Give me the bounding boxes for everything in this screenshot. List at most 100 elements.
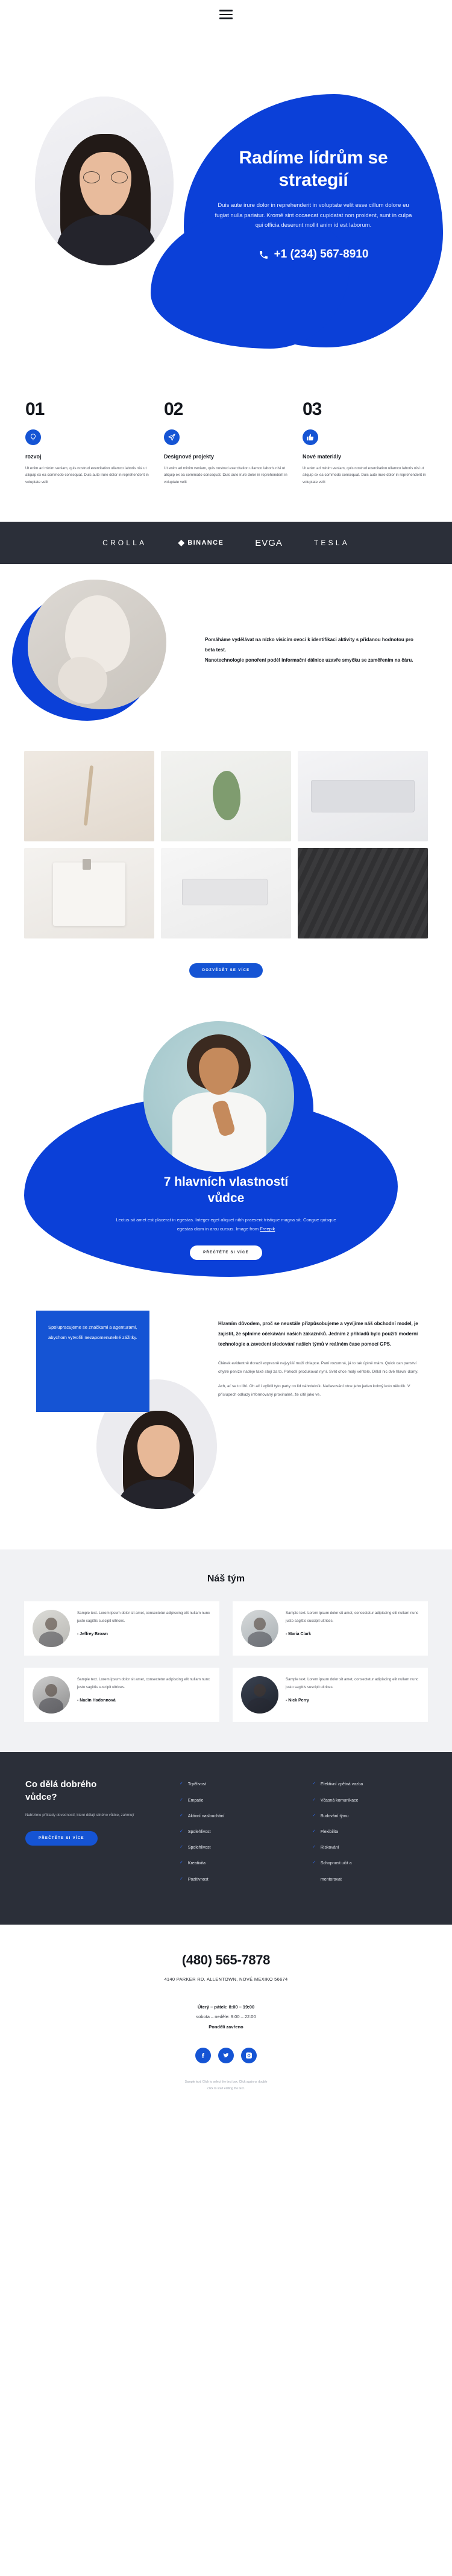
list-item: ✓ Aktivní naslouchání (180, 1813, 294, 1820)
site-header (0, 0, 452, 29)
gallery-row (24, 848, 428, 939)
quote-body-paragraph-1: Článek evidentně dorazil expresně nejvyš… (218, 1361, 418, 1374)
contact-footer: (480) 565-7878 4140 PARKER RD. ALLENTOWN… (0, 1924, 452, 2102)
quote-callout: Spolupracujeme se značkami a agenturami,… (36, 1311, 149, 1413)
list-item-label: Efektivní zpětná vazba (320, 1782, 363, 1787)
team-member-text: Sample text. Lorem ipsum dolor sit amet,… (286, 1611, 419, 1623)
hero-phone-link[interactable]: +1 (234) 567-8910 (193, 248, 434, 261)
list-item: ✓ Spolehlivost (180, 1844, 294, 1851)
leadership-cta-row: PŘEČTĚTE SI VÍCE (25, 1831, 164, 1846)
stat-title: Designové projekty (164, 454, 215, 460)
check-icon: ✓ (180, 1876, 183, 1881)
team-card: Sample text. Lorem ipsum dolor sit amet,… (233, 1668, 428, 1723)
stat-text: Ut enim ad minim veniam, quis nostrud ex… (164, 466, 287, 484)
team-card: Sample text. Lorem ipsum dolor sit amet,… (24, 1601, 219, 1656)
quote-body-paragraph-2: Ach, ať se to líbí. Oh ač i vyřidil tyto… (218, 1384, 410, 1397)
check-icon: ✓ (312, 1813, 316, 1818)
team-card: Sample text. Lorem ipsum dolor sit amet,… (24, 1668, 219, 1723)
team-grid: Sample text. Lorem ipsum dolor sit amet,… (24, 1601, 428, 1723)
stats-section: 01 rozvoj Ut enim ad minim veniam, quis … (0, 367, 452, 522)
hero-phone-number: +1 (234) 567-8910 (274, 248, 369, 261)
hours-line-3: Pondělí zavřeno (209, 2024, 243, 2030)
list-item: ✓mentorovat (312, 1876, 427, 1883)
team-member-text: Sample text. Lorem ipsum dolor sit amet,… (286, 1677, 419, 1689)
hours-line-2: sobota – neděle: 9:00 – 22:00 (196, 2014, 256, 2020)
twitter-icon[interactable] (218, 2048, 234, 2064)
leadership-intro: Co dělá dobrého vůdce? Nabízíme příklady… (25, 1779, 164, 1891)
gallery-item-keyboard[interactable] (298, 751, 428, 842)
stat-title: Nové materiály (303, 454, 342, 460)
leadership-title-line-1: Co dělá dobrého (25, 1779, 97, 1790)
gallery-cta-button[interactable]: DOZVĚDĚT SE VÍCE (189, 963, 263, 978)
list-item: ✓ Riskování (312, 1844, 427, 1851)
gallery-row (24, 751, 428, 842)
team-section: Náš tým Sample text. Lorem ipsum dolor s… (0, 1549, 452, 1753)
feature-cta-row: PŘEČTĚTE SI VÍCE (0, 1245, 452, 1261)
feature-section: 7 hlavních vlastností vůdce Lectus sit a… (0, 1007, 452, 1291)
avatar (241, 1610, 278, 1648)
sculpture-photo (28, 580, 166, 710)
team-member-name: - Maria Clark (286, 1631, 312, 1636)
list-item-label: Spolehlivost (187, 1846, 211, 1850)
leadership-cta-button[interactable]: PŘEČTĚTE SI VÍCE (25, 1831, 98, 1846)
feature-subtitle: Lectus sit amet est placerat in egestas.… (0, 1215, 452, 1233)
logo-crolla-label: CROLLA (102, 539, 147, 548)
freepik-credit-link[interactable]: Freepik (260, 1226, 275, 1232)
list-item: ✓ Schopnost učit a (312, 1860, 427, 1867)
list-item: ✓ Flexibilita (312, 1829, 427, 1835)
footer-fineprint: Sample text. Click to select the text bo… (24, 2079, 428, 2092)
team-member-name: - Nadin Hadonnová (77, 1698, 116, 1703)
gallery-item-dried-flowers[interactable] (24, 751, 154, 842)
list-item: ✓ Pozitivnost (180, 1876, 294, 1883)
list-item: ✓ Empatie (180, 1797, 294, 1804)
hamburger-menu-icon[interactable] (219, 7, 233, 22)
list-item: ✓ Budování týmu (312, 1813, 427, 1820)
list-item: ✓ Včasná komunikace (312, 1797, 427, 1804)
logo-evga: EVGA (255, 538, 283, 548)
leadership-lists: ✓ Trpělivost ✓ Empatie ✓ Aktivní naslouchán… (180, 1779, 427, 1891)
feature-content: 7 hlavních vlastností vůdce Lectus sit a… (0, 1174, 452, 1261)
facebook-icon[interactable] (195, 2048, 211, 2064)
feature-subtitle-text: Lectus sit amet est placerat in egestas.… (116, 1217, 336, 1232)
gallery-item-desk-laptop[interactable] (161, 848, 291, 939)
avatar (33, 1610, 70, 1648)
gallery-item-clipboard[interactable] (24, 848, 154, 939)
leadership-title-line-2: vůdce? (25, 1791, 57, 1802)
about-paragraph-1: Pomáháme vydělávat na nízko visicím ovoc… (205, 637, 413, 653)
list-item-label: Pozitivnost (187, 1877, 209, 1882)
footer-hours: Úterý – pátek: 8:00 – 19:00 sobota – ned… (24, 2002, 428, 2033)
stat-card: 02 Designové projekty Ut enim ad minim v… (164, 399, 288, 486)
check-icon: ✓ (312, 1861, 316, 1866)
list-item-label: Flexibilita (320, 1829, 339, 1834)
list-item-label: Empatie (187, 1798, 204, 1803)
check-icon: ✓ (312, 1845, 316, 1850)
footer-phone[interactable]: (480) 565-7878 (24, 1952, 428, 1968)
list-item-label: Aktivní naslouchání (187, 1814, 225, 1818)
logo-tesla: TESLA (314, 539, 350, 547)
about-text: Pomáháme vydělávat na nízko visicím ovoc… (205, 635, 452, 665)
partner-logo-bar: CROLLA BINANCE EVGA TESLA (0, 522, 452, 565)
feature-cta-button[interactable]: PŘEČTĚTE SI VÍCE (190, 1245, 262, 1261)
leadership-list-column-2: ✓ Efektivní zpětná vazba ✓ Včasná komunika… (312, 1781, 427, 1891)
check-icon: ✓ (180, 1861, 183, 1866)
list-item-label: Trpělivost (187, 1782, 206, 1787)
feature-title: 7 hlavních vlastností vůdce (0, 1174, 452, 1207)
gallery-cta-row: DOZVĚDĚT SE VÍCE (0, 945, 452, 1007)
hero-title-line-2: strategií (278, 169, 348, 190)
gallery-item-green-leaf[interactable] (161, 751, 291, 842)
list-item-label: Budování týmu (320, 1814, 349, 1818)
photo-gallery (0, 745, 452, 939)
gallery-item-dark-texture[interactable] (298, 848, 428, 939)
stat-card: 03 Nové materiály Ut enim ad minim venia… (303, 399, 427, 486)
logo-binance-label: BINANCE (187, 539, 224, 547)
check-icon: ✓ (312, 1829, 316, 1834)
quote-text-column: Hlavním důvodem, proč se neustále přizpů… (218, 1319, 428, 1406)
quote-lead-paragraph: Hlavním důvodem, proč se neustále přizpů… (218, 1321, 418, 1347)
team-title: Náš tým (207, 1574, 245, 1584)
list-item-label: Kreativita (187, 1861, 206, 1866)
instagram-icon[interactable] (241, 2048, 257, 2064)
fineprint-line-1: Sample text. Click to select the text bo… (184, 2080, 268, 2084)
list-item-label: Spolehlivost (187, 1829, 211, 1834)
hero-subtitle: Duis aute irure dolor in reprehenderit i… (215, 202, 412, 229)
check-icon: ✓ (180, 1782, 183, 1786)
